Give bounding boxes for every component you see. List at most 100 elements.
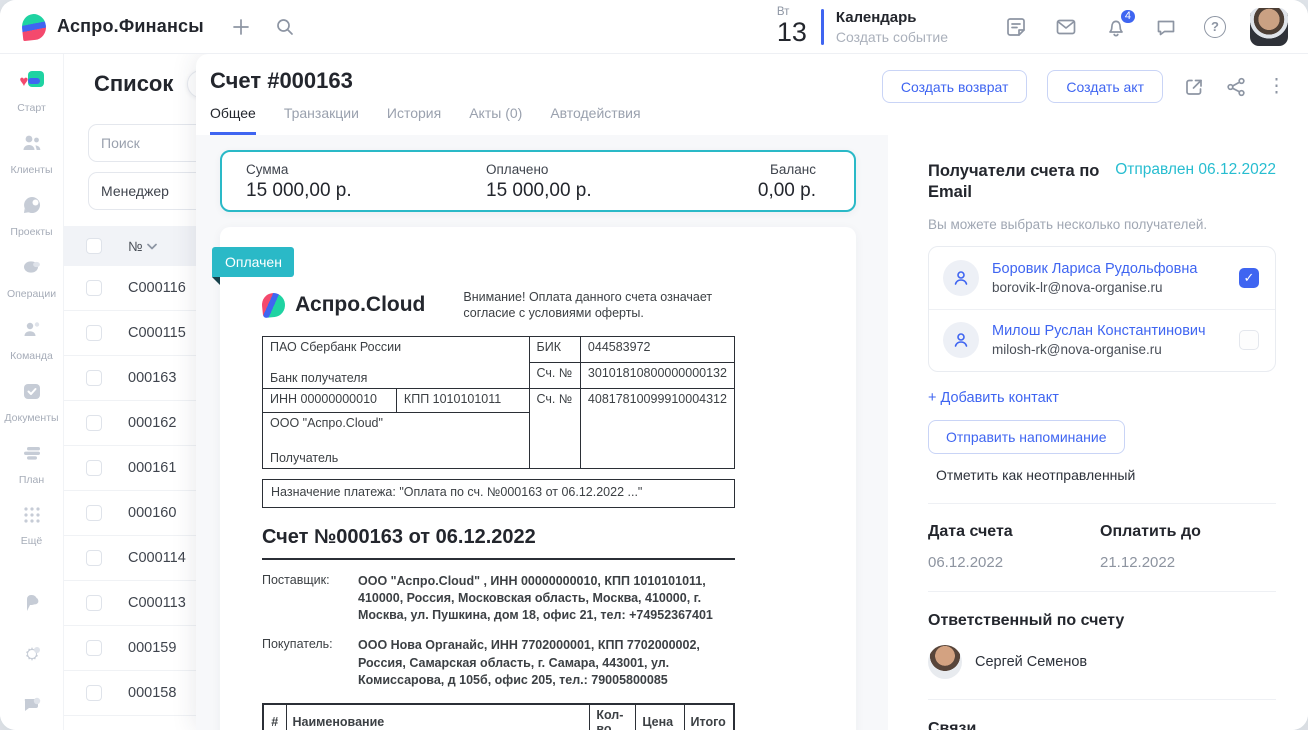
create-event-link[interactable]: Создать событие [836,29,948,45]
row-checkbox[interactable] [86,595,102,611]
documents-icon [19,379,45,403]
row-checkbox[interactable] [86,550,102,566]
help-icon[interactable]: ? [1204,16,1226,38]
send-reminder-button[interactable]: Отправить напоминание [928,420,1125,454]
recipient-row[interactable]: Милош Руслан Константинович milosh-rk@no… [929,309,1275,371]
sort-chevron-icon[interactable] [147,243,157,250]
invoice-document: Аспро.Cloud Внимание! Оплата данного сче… [262,227,735,730]
sidebar: ♥ Старт Клиенты Проекты Операции [0,54,64,730]
app-window: Аспро.Финансы Вт 13 Календарь Создать со… [0,0,1308,730]
sum-value: 15 000,00 р. [246,180,486,202]
sidebar-item-more[interactable]: Ещё [0,503,64,547]
status-badge: Оплачен [212,247,294,277]
add-contact-link[interactable]: + Добавить контакт [928,390,1276,406]
aspro-cloud-logo-icon [261,292,287,318]
notes-icon[interactable] [1004,15,1028,39]
plan-icon [19,441,45,465]
sidebar-item-documents[interactable]: Документы [0,379,64,424]
day-number: 13 [777,19,807,46]
bik-label: БИК [529,336,580,362]
support-chat-icon[interactable] [19,692,45,716]
company-name: ООО "Аспро.Cloud" [263,412,530,440]
row-checkbox[interactable] [86,280,102,296]
items-col-qty: Кол-во [590,704,636,730]
row-checkbox[interactable] [86,370,102,386]
clients-icon [19,131,45,155]
sent-status-link[interactable]: Отправлен 06.12.2022 [1115,161,1276,179]
topbar-right: Вт 13 Календарь Создать событие 4 [777,7,1288,47]
topbar: Аспро.Финансы Вт 13 Календарь Создать со… [0,0,1308,54]
recipient-name[interactable]: Боровик Лариса Рудольфовна [992,260,1197,279]
pay-until-value[interactable]: 21.12.2022 [1100,554,1272,571]
sidebar-item-team[interactable]: Команда [0,317,64,362]
tab-history[interactable]: История [387,105,441,135]
sidebar-item-operations[interactable]: Операции [0,255,64,300]
pay-until-label: Оплатить до [1100,523,1272,541]
divider [928,591,1276,592]
mark-unsent-link[interactable]: Отметить как неотправленный [936,467,1276,483]
create-refund-button[interactable]: Создать возврат [882,70,1028,103]
bik-value: 044583972 [580,336,734,362]
recipient-checkbox-checked[interactable]: ✓ [1239,268,1259,288]
mail-icon[interactable] [1054,15,1078,39]
create-act-button[interactable]: Создать акт [1047,70,1163,103]
product-icon[interactable] [19,592,45,616]
buyer-label: Покупатель: [262,637,358,689]
recipient-name[interactable]: Милош Руслан Константинович [992,322,1206,341]
app-logo-icon [21,12,48,40]
calendar-widget[interactable]: Календарь Создать событие [836,9,948,45]
date-widget[interactable]: Вт 13 [777,7,807,47]
supplier-label: Поставщик: [262,573,358,625]
recipient-checkbox-unchecked[interactable] [1239,330,1259,350]
balance-label: Баланс [758,162,816,177]
more-actions-icon[interactable]: ⋮ [1267,75,1286,98]
items-col-num: # [263,704,286,730]
tab-acts[interactable]: Акты (0) [469,105,522,135]
sidebar-item-clients[interactable]: Клиенты [0,131,64,176]
bank-label: Банк получателя [263,362,530,388]
tab-autoactions[interactable]: Автодействия [550,105,640,135]
row-checkbox[interactable] [86,685,102,701]
tab-general[interactable]: Общее [210,105,256,135]
divider [928,699,1276,700]
row-checkbox[interactable] [86,640,102,656]
tab-transactions[interactable]: Транзакции [284,105,359,135]
user-avatar[interactable] [1250,8,1288,46]
more-grid-icon [19,503,45,527]
notifications-icon[interactable]: 4 [1104,15,1128,39]
row-checkbox[interactable] [86,415,102,431]
share-icon[interactable] [1225,76,1247,98]
corr-account-label: Сч. № [529,362,580,388]
aspro-cloud-logo-text: Аспро.Cloud [295,293,425,317]
open-external-icon[interactable] [1183,76,1205,98]
projects-icon [19,193,45,217]
sidebar-item-projects[interactable]: Проекты [0,193,64,238]
bank-name: ПАО Сбербанк России [263,336,530,362]
add-icon[interactable] [231,17,251,37]
row-checkbox[interactable] [86,505,102,521]
calendar-title: Календарь [836,9,948,26]
chat-icon[interactable] [1154,15,1178,39]
search-icon[interactable] [275,17,295,37]
responsible-avatar [928,645,962,679]
select-all-checkbox[interactable] [86,238,102,254]
responsible-person[interactable]: Сергей Семенов [928,645,1276,679]
invoice-date-value[interactable]: 06.12.2022 [928,554,1100,571]
settings-icon[interactable] [19,642,45,666]
row-checkbox[interactable] [86,460,102,476]
notification-badge: 4 [1119,8,1137,25]
sidebar-item-start[interactable]: ♥ Старт [0,71,64,114]
inn: ИНН 00000000010 [263,388,397,412]
invoice-detail-panel: Счет #000163 Общее Транзакции История Ак… [196,54,1308,730]
row-checkbox[interactable] [86,325,102,341]
sidebar-item-plan[interactable]: План [0,441,64,486]
person-icon [943,322,979,358]
paid-label: Оплачено [486,162,726,177]
recipient-email: milosh-rk@nova-organise.ru [992,341,1206,359]
start-icon: ♥ [20,71,44,93]
ribbon-fold [212,277,220,285]
links-section-label: Связи [928,720,1276,730]
invoice-date-label: Дата счета [928,523,1100,541]
items-col-name: Наименование [286,704,590,730]
recipient-row[interactable]: Боровик Лариса Рудольфовна borovik-lr@no… [929,247,1275,309]
